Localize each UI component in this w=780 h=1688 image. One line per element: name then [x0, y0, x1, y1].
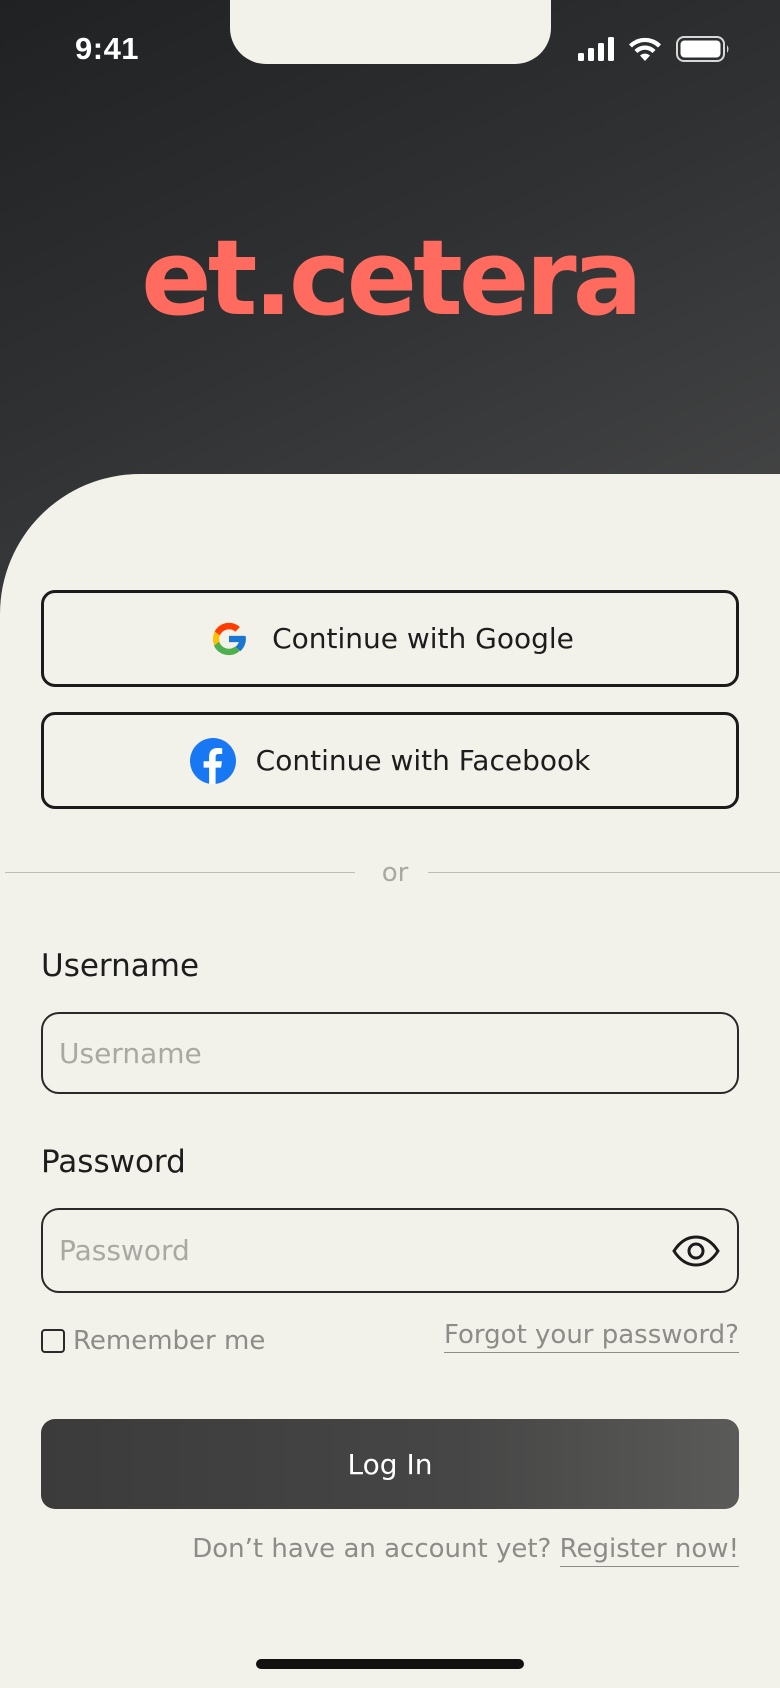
or-divider: or [5, 858, 780, 888]
remember-me-checkbox[interactable] [41, 1329, 65, 1353]
battery-icon [676, 36, 730, 67]
eye-icon[interactable] [671, 1231, 721, 1271]
username-label: Username [41, 948, 200, 984]
username-field-container [41, 1012, 739, 1094]
status-icons [578, 36, 730, 67]
brand-logo: et.cetera [141, 217, 643, 339]
register-prompt-text: Don’t have an account yet? [192, 1534, 560, 1564]
divider-text: or [381, 858, 409, 888]
continue-with-google-button[interactable]: Continue with Google [41, 590, 739, 687]
continue-with-facebook-button[interactable]: Continue with Facebook [41, 712, 739, 809]
login-button[interactable]: Log In [41, 1419, 739, 1509]
continue-with-facebook-label: Continue with Facebook [255, 744, 591, 777]
home-indicator [256, 1659, 524, 1669]
status-time: 9:41 [75, 31, 140, 66]
device-notch [230, 0, 551, 64]
register-prompt: Don’t have an account yet? Register now! [192, 1534, 739, 1567]
register-link[interactable]: Register now! [559, 1534, 739, 1567]
continue-with-google-label: Continue with Google [272, 622, 574, 655]
remember-me-label: Remember me [73, 1326, 266, 1356]
forgot-password-link[interactable]: Forgot your password? [443, 1320, 739, 1353]
password-field-container [41, 1208, 739, 1293]
wifi-icon [628, 36, 662, 67]
signal-icon [578, 37, 614, 66]
username-input[interactable] [59, 1036, 721, 1070]
google-icon [206, 616, 252, 662]
password-label: Password [41, 1144, 186, 1180]
facebook-icon [189, 737, 236, 784]
remember-me: Remember me [41, 1326, 265, 1356]
password-input[interactable] [59, 1234, 671, 1267]
